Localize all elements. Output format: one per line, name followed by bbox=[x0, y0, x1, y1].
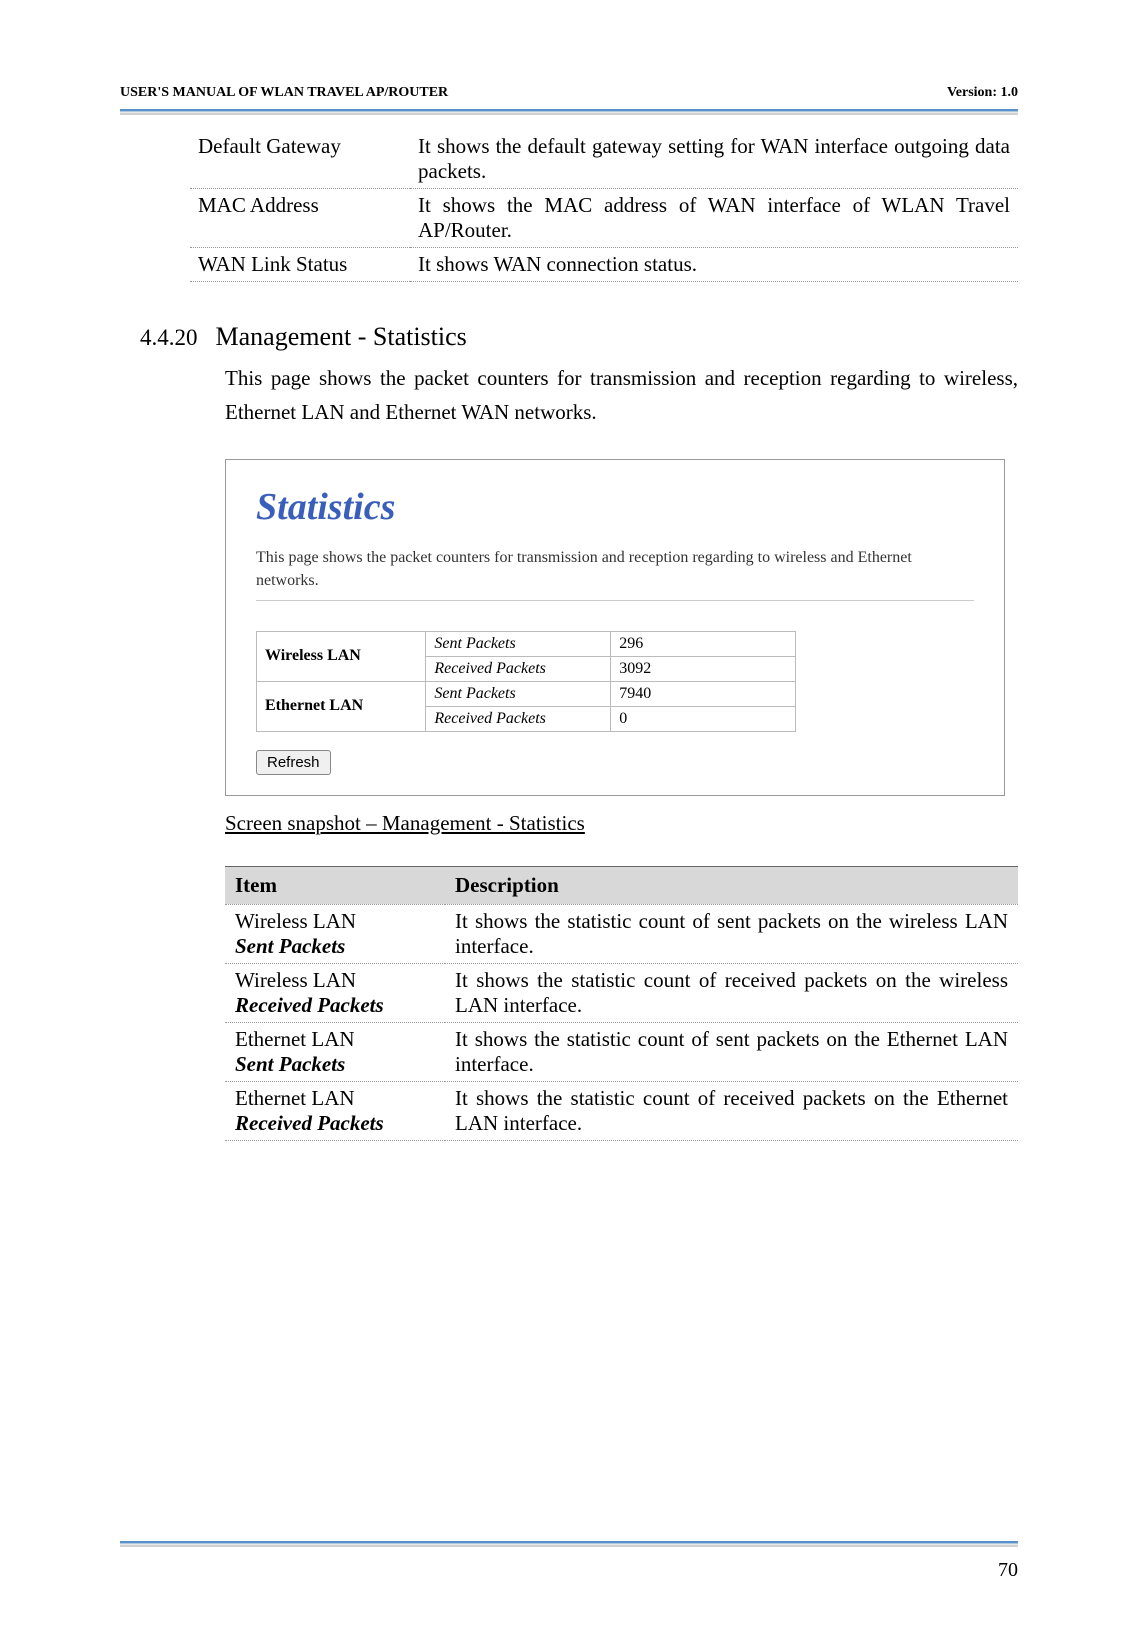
item-desc: It shows the default gateway setting for… bbox=[410, 130, 1018, 189]
metric-value: 7940 bbox=[611, 681, 796, 706]
table-row: Wireless LAN Sent Packets 296 bbox=[257, 631, 796, 656]
section-body: This page shows the packet counters for … bbox=[225, 362, 1018, 429]
desc-cell: It shows the statistic count of sent pac… bbox=[445, 1022, 1018, 1081]
item-line1: Ethernet LAN bbox=[235, 1086, 355, 1110]
item-cell: Ethernet LAN Received Packets bbox=[225, 1081, 445, 1140]
stats-table: Wireless LAN Sent Packets 296 Received P… bbox=[256, 631, 796, 732]
top-definitions-table: Default Gateway It shows the default gat… bbox=[190, 130, 1018, 282]
desc-cell: It shows the statistic count of received… bbox=[445, 963, 1018, 1022]
item-cell: Wireless LAN Received Packets bbox=[225, 963, 445, 1022]
iface-label: Ethernet LAN bbox=[257, 681, 426, 731]
metric-label: Sent Packets bbox=[426, 681, 611, 706]
metric-value: 296 bbox=[611, 631, 796, 656]
item-label: WAN Link Status bbox=[190, 248, 410, 282]
item-line1: Wireless LAN bbox=[235, 909, 356, 933]
table-row: Ethernet LAN Sent Packets 7940 bbox=[257, 681, 796, 706]
section-heading: 4.4.20 Management - Statistics bbox=[120, 322, 1018, 352]
table-header-row: Item Description bbox=[225, 866, 1018, 904]
header-title: USER'S MANUAL OF WLAN TRAVEL AP/ROUTER bbox=[120, 85, 448, 101]
item-line2: Received Packets bbox=[235, 1111, 384, 1135]
description-table: Item Description Wireless LAN Sent Packe… bbox=[225, 866, 1018, 1141]
screenshot-caption: Screen snapshot – Management - Statistic… bbox=[225, 811, 1018, 836]
item-desc: It shows the MAC address of WAN interfac… bbox=[410, 189, 1018, 248]
page-header: USER'S MANUAL OF WLAN TRAVEL AP/ROUTER V… bbox=[120, 85, 1018, 101]
item-line2: Sent Packets bbox=[235, 1052, 345, 1076]
item-line1: Ethernet LAN bbox=[235, 1027, 355, 1051]
col-header-desc: Description bbox=[445, 866, 1018, 904]
table-row: Default Gateway It shows the default gat… bbox=[190, 130, 1018, 189]
statistics-screenshot: Statistics This page shows the packet co… bbox=[225, 459, 1005, 796]
item-label: Default Gateway bbox=[190, 130, 410, 189]
stats-divider bbox=[256, 600, 974, 601]
refresh-button[interactable]: Refresh bbox=[256, 750, 331, 775]
metric-value: 0 bbox=[611, 706, 796, 731]
page-number: 70 bbox=[998, 1559, 1018, 1582]
header-divider bbox=[120, 109, 1018, 115]
item-cell: Wireless LAN Sent Packets bbox=[225, 904, 445, 963]
metric-label: Sent Packets bbox=[426, 631, 611, 656]
item-line1: Wireless LAN bbox=[235, 968, 356, 992]
table-row: Ethernet LAN Sent Packets It shows the s… bbox=[225, 1022, 1018, 1081]
table-row: Wireless LAN Sent Packets It shows the s… bbox=[225, 904, 1018, 963]
stats-page-title: Statistics bbox=[256, 485, 974, 529]
header-version: Version: 1.0 bbox=[947, 85, 1018, 101]
table-row: Ethernet LAN Received Packets It shows t… bbox=[225, 1081, 1018, 1140]
footer-divider bbox=[120, 1541, 1018, 1547]
desc-cell: It shows the statistic count of received… bbox=[445, 1081, 1018, 1140]
section-title: Management - Statistics bbox=[216, 322, 467, 352]
item-cell: Ethernet LAN Sent Packets bbox=[225, 1022, 445, 1081]
item-line2: Received Packets bbox=[235, 993, 384, 1017]
metric-label: Received Packets bbox=[426, 656, 611, 681]
metric-value: 3092 bbox=[611, 656, 796, 681]
iface-label: Wireless LAN bbox=[257, 631, 426, 681]
metric-label: Received Packets bbox=[426, 706, 611, 731]
item-line2: Sent Packets bbox=[235, 934, 345, 958]
item-desc: It shows WAN connection status. bbox=[410, 248, 1018, 282]
desc-cell: It shows the statistic count of sent pac… bbox=[445, 904, 1018, 963]
table-row: WAN Link Status It shows WAN connection … bbox=[190, 248, 1018, 282]
table-row: Wireless LAN Received Packets It shows t… bbox=[225, 963, 1018, 1022]
stats-page-desc: This page shows the packet counters for … bbox=[256, 547, 974, 592]
col-header-item: Item bbox=[225, 866, 445, 904]
table-row: MAC Address It shows the MAC address of … bbox=[190, 189, 1018, 248]
item-label: MAC Address bbox=[190, 189, 410, 248]
section-number: 4.4.20 bbox=[140, 325, 198, 351]
